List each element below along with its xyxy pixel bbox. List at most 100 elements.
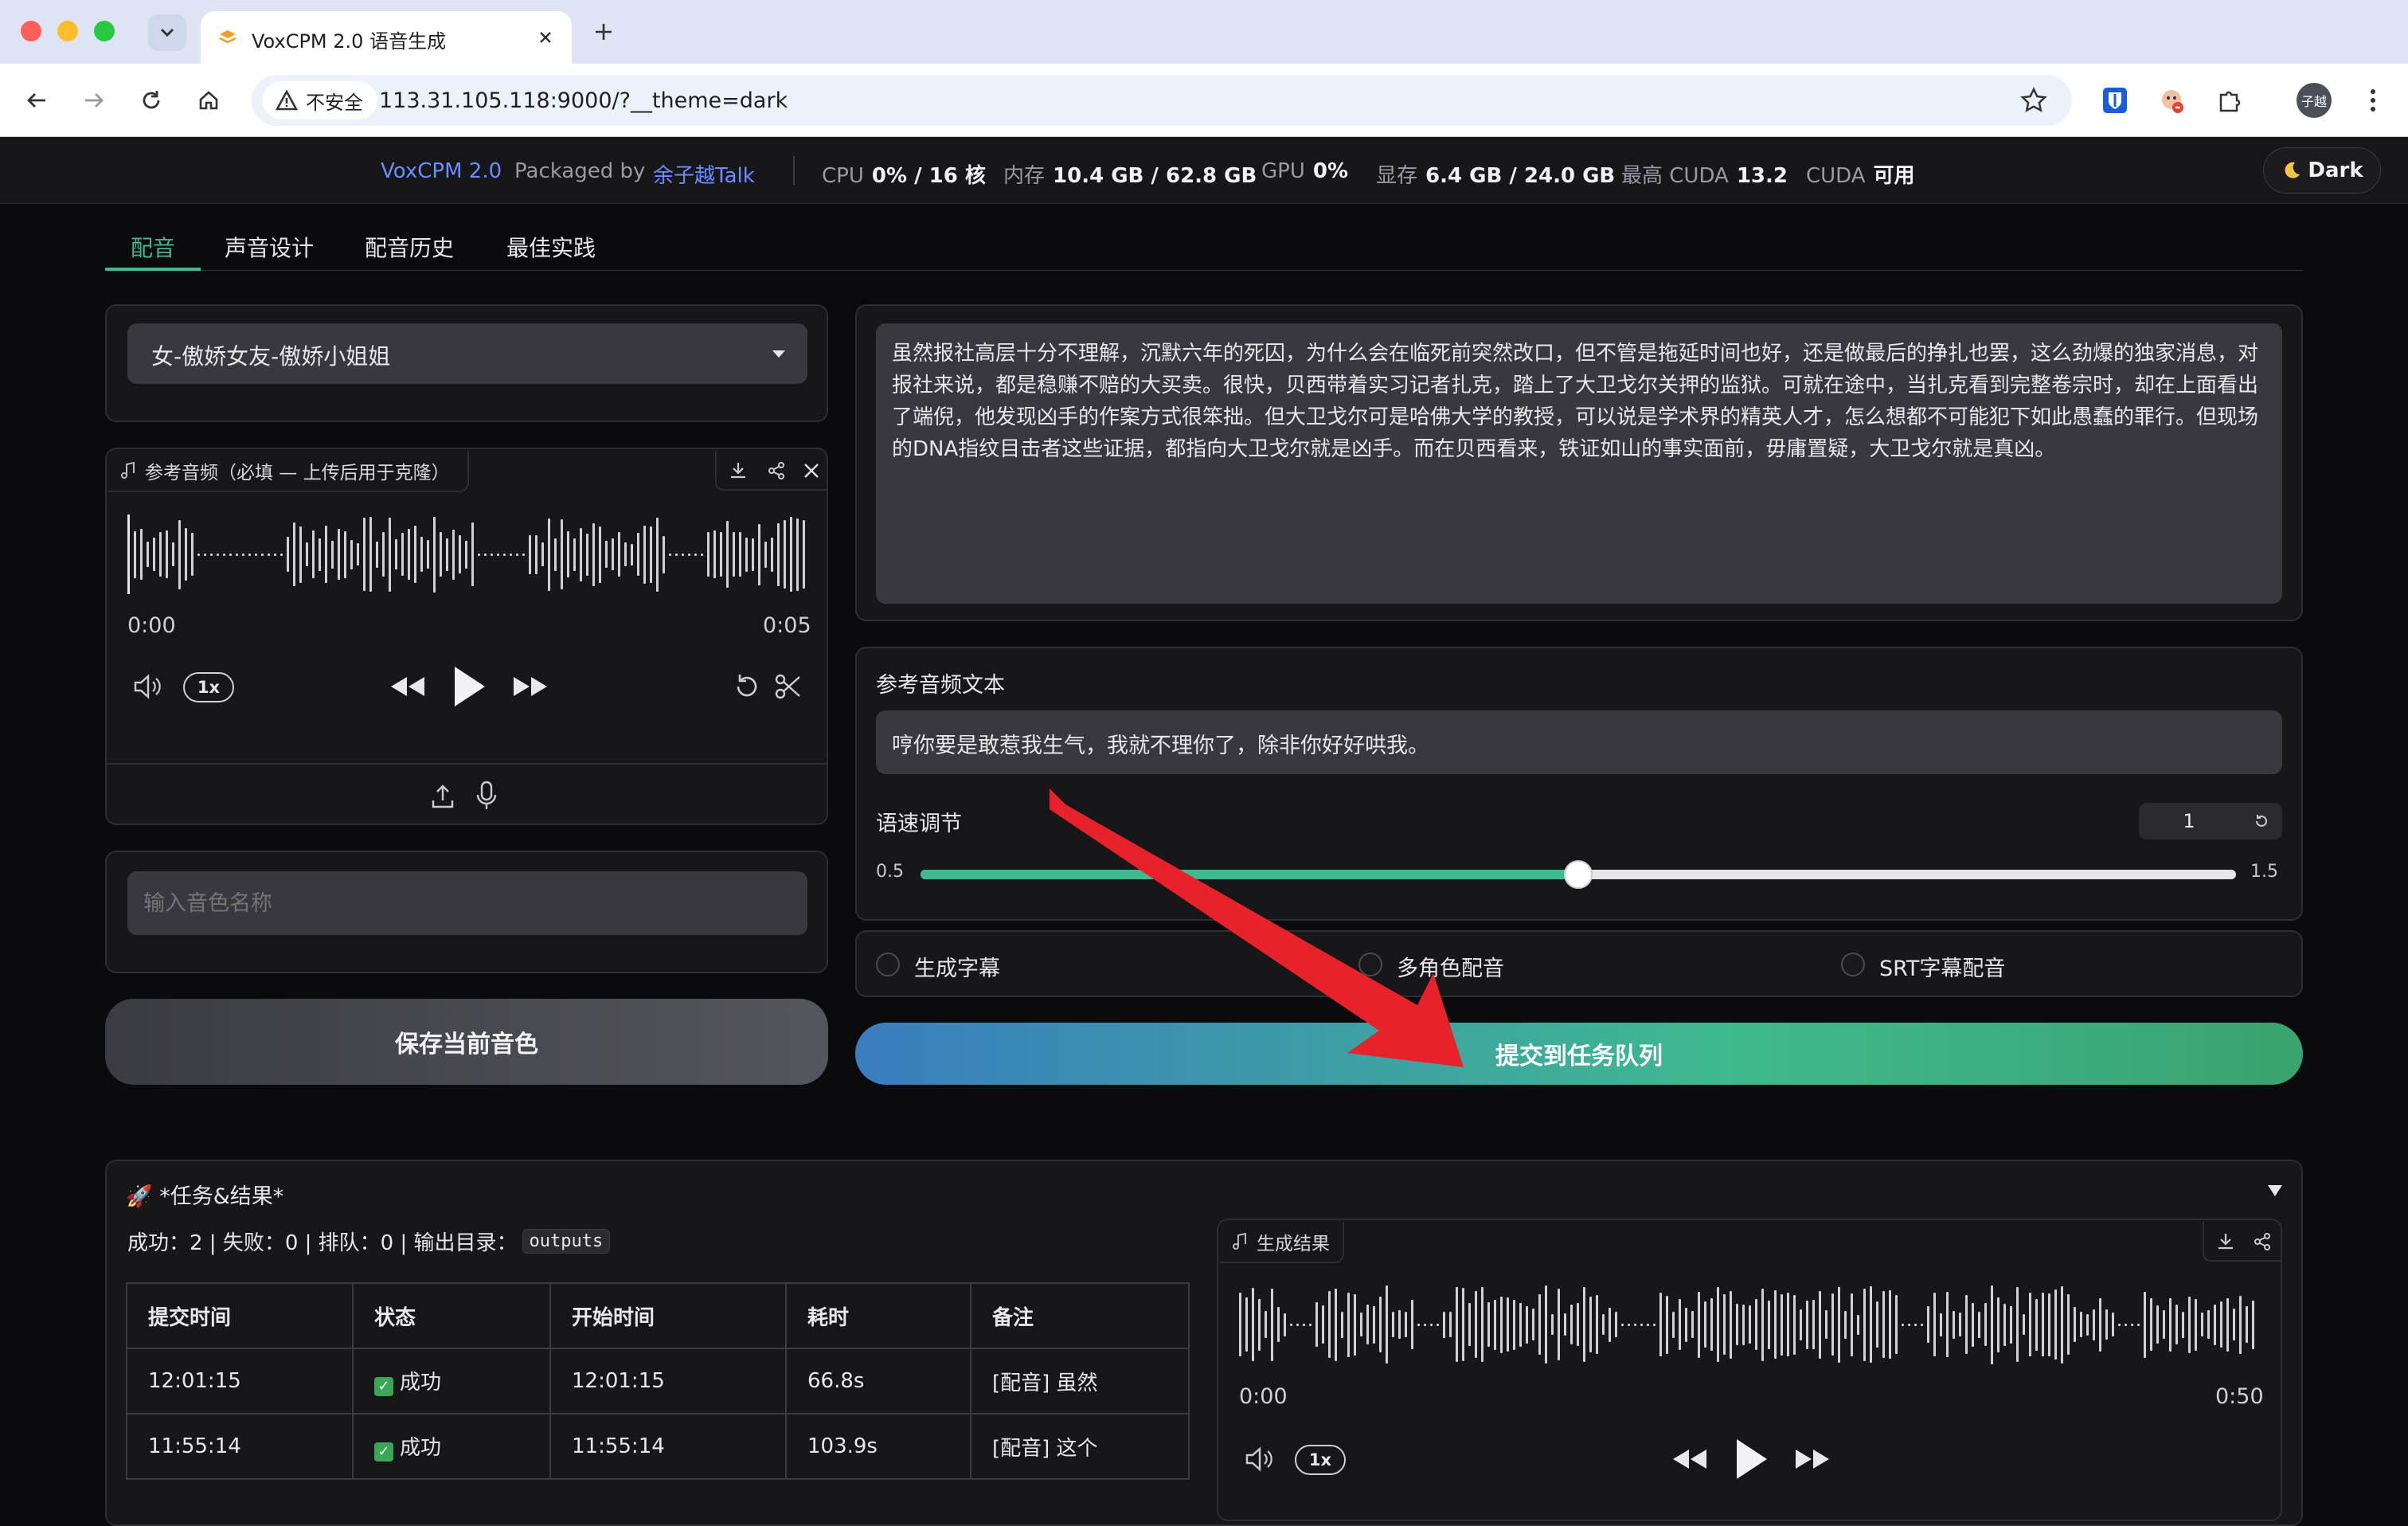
tab-best-practices[interactable]: 最佳实践 [506, 231, 596, 263]
result-audio-waveform[interactable] [1239, 1281, 2266, 1368]
clear-close-icon[interactable] [799, 459, 823, 483]
waveform-bar [1730, 1290, 1732, 1359]
ref-text-input[interactable]: 哼你要是敢惹我生气，我就不理你了，除非你好好哄我。 [876, 710, 2282, 774]
waveform-bar [1800, 1309, 1802, 1340]
home-icon[interactable] [193, 84, 225, 116]
waveform-bar [2156, 1305, 2159, 1344]
waveform-bar [2182, 1311, 2184, 1338]
speed-number-input[interactable]: 1 [2139, 803, 2239, 839]
result-audio-actions [2203, 1222, 2282, 1262]
waveform-bar [261, 553, 264, 556]
forward-arrow-icon[interactable] [78, 84, 110, 116]
rewind-icon[interactable] [387, 669, 427, 704]
download-icon[interactable] [2214, 1230, 2238, 1254]
waveform-bar [2074, 1307, 2076, 1342]
waveform-bar [1933, 1293, 1936, 1356]
table-row[interactable]: 11:55:14 ✓ 成功 11:55:14 103.9s [配音] 这个 [126, 1413, 1190, 1480]
ref-speed-button[interactable]: 1x [183, 672, 234, 702]
save-voice-button[interactable]: 保存当前音色 [105, 999, 828, 1085]
waveform-bar [1672, 1311, 1675, 1338]
waveform-bar [1742, 1304, 1745, 1345]
table-row[interactable]: 12:01:15 ✓ 成功 12:01:15 66.8s [配音] 虽然 [126, 1348, 1190, 1414]
tab-voice-design[interactable]: 声音设计 [225, 231, 314, 263]
submit-queue-button[interactable]: 提交到任务队列 [855, 1023, 2303, 1085]
waveform-bar [459, 535, 461, 573]
voice-select-dropdown[interactable]: 女-傲娇女友-傲娇小姐姐 [127, 323, 807, 384]
rewind-icon[interactable] [1669, 1442, 1709, 1477]
close-window-button[interactable] [21, 21, 41, 41]
ref-audio-waveform[interactable] [134, 515, 811, 594]
waveform-bar [713, 530, 716, 578]
waveform-bar [369, 517, 372, 592]
profile-avatar[interactable]: 子越 [2297, 83, 2332, 118]
waveform-bar [2131, 1323, 2133, 1326]
waveform-bar [2048, 1293, 2050, 1356]
waveform-bar [2099, 1297, 2101, 1352]
waveform-bar [1685, 1307, 1687, 1342]
voice-name-input[interactable] [127, 871, 807, 935]
download-icon[interactable] [726, 459, 750, 483]
play-icon[interactable] [1730, 1434, 1773, 1485]
fast-forward-icon[interactable] [511, 669, 551, 704]
bookmark-star-icon[interactable] [2019, 86, 2048, 115]
waveform-bar [567, 531, 569, 577]
waveform-bar [2169, 1297, 2172, 1352]
tab-dubbing[interactable]: 配音 [131, 231, 175, 263]
speed-reset-icon[interactable] [2242, 803, 2281, 839]
waveform-bar [210, 553, 213, 556]
close-tab-icon[interactable] [534, 25, 557, 49]
new-tab-icon[interactable] [589, 18, 618, 46]
theme-toggle-button[interactable]: Dark [2263, 147, 2381, 194]
waveform-bar [1417, 1323, 1420, 1326]
address-bar[interactable]: 不安全 113.31.105.118:9000/?__theme=dark [252, 75, 2072, 126]
reload-icon[interactable] [135, 84, 167, 116]
waveform-bar [1284, 1313, 1286, 1336]
extensions-puzzle-icon[interactable] [2214, 84, 2246, 116]
volume-icon[interactable] [131, 669, 166, 704]
cell-submit-time: 11:55:14 [126, 1413, 354, 1480]
waveform-bar [745, 537, 748, 572]
waveform-bar [1519, 1302, 1522, 1347]
result-speed-button[interactable]: 1x [1295, 1445, 1346, 1475]
result-audio-panel: 生成结果 0:00 0:50 1x [1217, 1219, 2282, 1521]
srt-checkbox[interactable] [1841, 953, 1865, 976]
author-link[interactable]: 余子越Talk [653, 159, 755, 189]
waveform-bar [1621, 1323, 1624, 1326]
upload-icon[interactable] [428, 781, 457, 812]
fast-forward-icon[interactable] [1793, 1442, 1833, 1477]
collapse-triangle-icon[interactable] [2266, 1184, 2284, 1198]
multi-role-checkbox[interactable] [1358, 953, 1382, 976]
microphone-icon[interactable] [473, 779, 500, 812]
volume-icon[interactable] [1242, 1442, 1277, 1477]
speed-slider-track[interactable] [921, 860, 2236, 889]
waveform-bar [1787, 1293, 1789, 1356]
waveform-bar [427, 540, 429, 569]
browser-tab[interactable]: VoxCPM 2.0 语音生成 [201, 11, 572, 64]
extension-icon[interactable] [2156, 84, 2188, 116]
speed-slider-thumb[interactable] [1564, 860, 1593, 889]
playhead-cursor[interactable] [127, 515, 130, 594]
waveform-bar [1558, 1289, 1560, 1360]
share-icon[interactable] [2250, 1230, 2274, 1254]
waveform-bar [1487, 1302, 1490, 1347]
back-arrow-icon[interactable] [21, 84, 53, 116]
share-icon[interactable] [764, 459, 788, 483]
memory-stat: 内存 10.4 GB / 62.8 GB [1003, 164, 1257, 188]
tab-dubbing-history[interactable]: 配音历史 [365, 231, 454, 263]
subtitle-checkbox[interactable] [876, 953, 900, 976]
trim-scissors-icon[interactable] [771, 669, 806, 704]
security-chip[interactable]: 不安全 [263, 81, 377, 119]
waveform-bar [2023, 1314, 2025, 1335]
waveform-bar [1411, 1300, 1413, 1349]
url-text[interactable]: 113.31.105.118:9000/?__theme=dark [379, 88, 788, 113]
app-name-link[interactable]: VoxCPM 2.0 [381, 159, 502, 183]
play-icon[interactable] [448, 661, 491, 712]
voice-select-value: 女-傲娇女友-傲娇小姐姐 [151, 343, 391, 370]
reset-icon[interactable] [729, 669, 764, 704]
minimize-window-button[interactable] [57, 21, 78, 41]
password-manager-extension-icon[interactable] [2099, 84, 2131, 116]
main-text-area[interactable]: 虽然报社高层十分不理解，沉默六年的死囚，为什么会在临死前突然改口，但不管是拖延时… [876, 323, 2282, 604]
maximize-window-button[interactable] [94, 21, 115, 41]
kebab-menu-icon[interactable] [2357, 84, 2389, 116]
tab-search-button[interactable] [148, 14, 186, 51]
